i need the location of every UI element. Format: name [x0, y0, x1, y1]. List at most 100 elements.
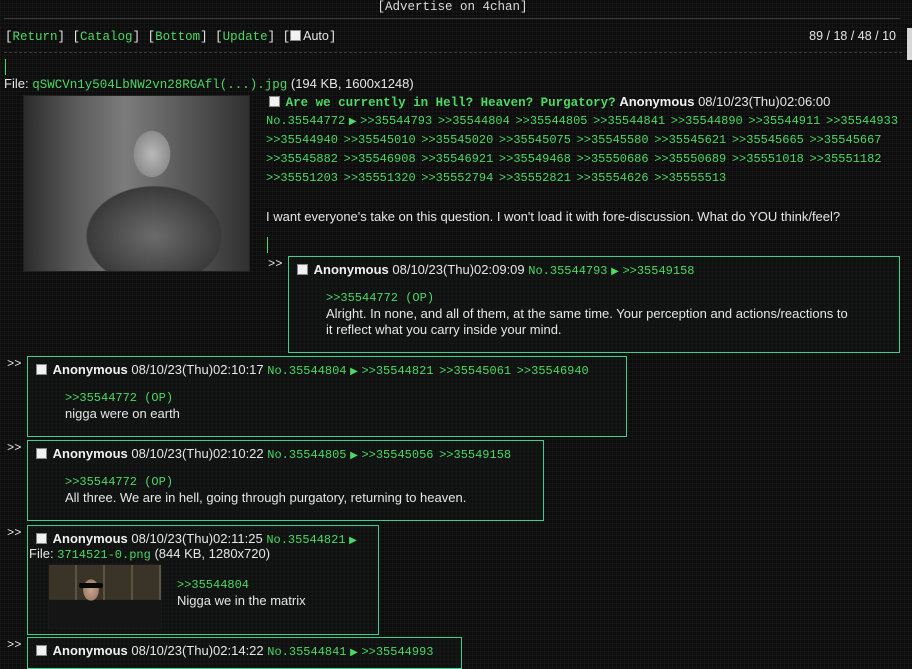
backlink[interactable]: >>35544940 — [266, 133, 338, 147]
backlink[interactable]: >>35545020 — [421, 133, 493, 147]
backlink[interactable]: >>35546921 — [421, 152, 493, 166]
backlink[interactable]: >>35549158 — [439, 448, 511, 462]
bottom-link[interactable]: Bottom — [155, 30, 200, 44]
reply-post: Anonymous 08/10/23(Thu)02:10:22 No.35544… — [27, 440, 544, 521]
op-file-link[interactable]: qSWCVn1y504LbNW2vn28RGAfl(...).jpg — [32, 78, 287, 92]
file-label: File: — [29, 546, 54, 561]
op-backlinks: No.35544772 ▶ >>35544793 >>35544804 >>35… — [266, 111, 906, 187]
reply-post: Anonymous 08/10/23(Thu)02:10:17 No.35544… — [27, 356, 627, 437]
backlink[interactable]: >>35545010 — [344, 133, 416, 147]
backlink[interactable]: >>35544805 — [515, 114, 587, 128]
reply-file-link[interactable]: 3714521-0.png — [57, 548, 151, 562]
text-cursor — [5, 59, 6, 75]
menu-arrow-icon[interactable]: ▶ — [350, 647, 358, 658]
post-number[interactable]: No.35544805 — [267, 448, 346, 462]
backlink[interactable]: >>35550689 — [654, 152, 726, 166]
post-datetime: 08/10/23(Thu)02:14:22 — [131, 643, 264, 658]
menu-arrow-icon[interactable]: ▶ — [350, 366, 358, 377]
reply-select-checkbox[interactable] — [297, 264, 308, 275]
post-number[interactable]: No.35544841 — [267, 645, 346, 659]
backlink[interactable]: >>35544993 — [361, 645, 433, 659]
backlink[interactable]: >>35544933 — [826, 114, 898, 128]
backlink[interactable]: >>35544793 — [360, 114, 432, 128]
reply-marker: >> — [7, 441, 22, 455]
backlink[interactable]: >>35551320 — [344, 171, 416, 185]
post-datetime: 08/10/23(Thu)02:10:17 — [131, 362, 264, 377]
update-link[interactable]: Update — [223, 30, 268, 44]
reply-header: Anonymous 08/10/23(Thu)02:14:22 No.35544… — [36, 643, 435, 659]
backlink[interactable]: >>35549158 — [622, 264, 694, 278]
op-select-checkbox[interactable] — [269, 96, 280, 107]
backlink[interactable]: >>35545580 — [577, 133, 649, 147]
catalog-link[interactable]: Catalog — [80, 30, 133, 44]
thread-stats: 89 / 18 / 48 / 10 — [809, 29, 896, 43]
reply-thumbnail-image[interactable] — [48, 564, 162, 629]
text-cursor — [267, 237, 268, 253]
backlink[interactable]: >>35544821 — [361, 364, 433, 378]
op-file-info: File: qSWCVn1y504LbNW2vn28RGAfl(...).jpg… — [4, 76, 414, 92]
poster-name: Anonymous — [52, 643, 128, 658]
return-link[interactable]: Return — [13, 30, 58, 44]
menu-arrow-icon[interactable]: ▶ — [611, 266, 619, 277]
backlink[interactable]: >>35545061 — [439, 364, 511, 378]
auto-update-checkbox[interactable] — [290, 30, 302, 41]
reply-post: Anonymous 08/10/23(Thu)02:14:22 No.35544… — [27, 637, 462, 669]
reply-select-checkbox[interactable] — [36, 645, 47, 656]
backlink[interactable]: >>35545621 — [654, 133, 726, 147]
sunglasses-detail — [79, 583, 103, 588]
op-thumbnail-image[interactable] — [23, 95, 250, 272]
op-file-meta: (194 KB, 1600x1248) — [290, 76, 414, 91]
reply-header: Anonymous 08/10/23(Thu)02:10:17 No.35544… — [36, 362, 591, 378]
reply-text: All three. We are in hell, going through… — [65, 490, 467, 505]
backlink[interactable]: >>35546908 — [344, 152, 416, 166]
menu-arrow-icon[interactable]: ▶ — [349, 116, 357, 127]
backlink[interactable]: >>35546940 — [517, 364, 589, 378]
reply-select-checkbox[interactable] — [36, 533, 47, 544]
backlink[interactable]: >>35545056 — [361, 448, 433, 462]
scrollbar-thumb[interactable] — [907, 28, 912, 60]
reply-text-line: it reflect what you carry inside your mi… — [326, 322, 562, 337]
backlink[interactable]: >>35544890 — [671, 114, 743, 128]
backlink[interactable]: >>35544911 — [748, 114, 820, 128]
post-number[interactable]: No.35544821 — [266, 533, 345, 547]
backlink[interactable]: >>35550686 — [577, 152, 649, 166]
backlink[interactable]: >>35545882 — [266, 152, 338, 166]
op-post-number[interactable]: No.35544772 — [266, 114, 345, 128]
advertise-link[interactable]: [Advertise on 4chan] — [0, 0, 905, 14]
reply-text: nigga were on earth — [65, 406, 180, 421]
reply-post: Anonymous 08/10/23(Thu)02:09:09 No.35544… — [288, 256, 900, 353]
menu-arrow-icon[interactable]: ▶ — [349, 535, 357, 546]
backlink[interactable]: >>35551018 — [732, 152, 804, 166]
auto-update-label: Auto — [303, 29, 329, 43]
reply-marker: >> — [7, 526, 22, 540]
reply-header: Anonymous 08/10/23(Thu)02:10:22 No.35544… — [36, 446, 513, 462]
quote-link[interactable]: >>35544772 (OP) — [65, 391, 173, 405]
reply-file-meta: (844 KB, 1280x720) — [154, 546, 271, 561]
backlink[interactable]: >>35545665 — [732, 133, 804, 147]
reply-file-info: File: 3714521-0.png (844 KB, 1280x720) — [29, 546, 270, 562]
backlink[interactable]: >>35545075 — [499, 133, 571, 147]
quote-link[interactable]: >>35544804 — [177, 578, 249, 592]
backlink[interactable]: >>35551203 — [266, 171, 338, 185]
post-number[interactable]: No.35544804 — [267, 364, 346, 378]
poster-name: Anonymous — [313, 262, 389, 277]
backlink[interactable]: >>35552821 — [499, 171, 571, 185]
backlink[interactable]: >>35552794 — [421, 171, 493, 185]
backlink[interactable]: >>35544804 — [438, 114, 510, 128]
quote-link[interactable]: >>35544772 (OP) — [65, 475, 173, 489]
reply-text: Nigga we in the matrix — [177, 593, 306, 608]
backlink[interactable]: >>35549468 — [499, 152, 571, 166]
reply-select-checkbox[interactable] — [36, 448, 47, 459]
backlink[interactable]: >>35551182 — [809, 152, 881, 166]
divider — [4, 52, 902, 53]
post-number[interactable]: No.35544793 — [528, 264, 607, 278]
reply-post: Anonymous 08/10/23(Thu)02:11:25 No.35544… — [27, 525, 379, 635]
backlink[interactable]: >>35554626 — [577, 171, 649, 185]
menu-arrow-icon[interactable]: ▶ — [350, 450, 358, 461]
post-datetime: 08/10/23(Thu)02:10:22 — [131, 446, 264, 461]
backlink[interactable]: >>35544841 — [593, 114, 665, 128]
reply-select-checkbox[interactable] — [36, 364, 47, 375]
quote-link[interactable]: >>35544772 (OP) — [326, 291, 434, 305]
backlink[interactable]: >>35555513 — [654, 171, 726, 185]
backlink[interactable]: >>35545667 — [809, 133, 881, 147]
